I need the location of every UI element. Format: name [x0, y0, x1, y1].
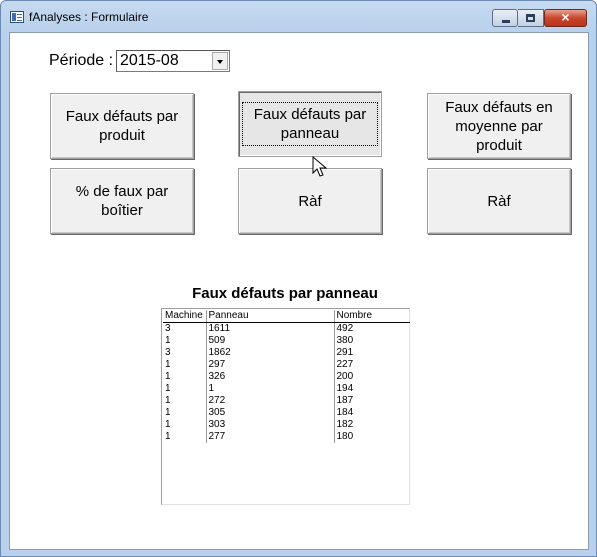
mouse-pointer-icon — [312, 156, 328, 177]
column-header-machine[interactable]: Machine — [163, 310, 207, 323]
cell-panneau: 1 — [206, 383, 335, 395]
cell-machine: 1 — [163, 431, 207, 443]
cell-machine: 1 — [163, 407, 207, 419]
cell-nombre: 227 — [336, 359, 354, 370]
pct-faux-par-boitier-button[interactable]: % de faux par boîtier — [50, 168, 194, 234]
data-table: Machine Panneau Nombre 3 1611 492 1 509 … — [163, 310, 410, 443]
cell-nombre: 182 — [336, 419, 354, 430]
cell-panneau: 277 — [206, 431, 335, 443]
form-icon — [10, 11, 24, 23]
cell-panneau: 326 — [206, 371, 335, 383]
cell-machine: 1 — [163, 383, 207, 395]
raf-button-1[interactable]: Ràf — [238, 168, 382, 234]
cell-machine: 3 — [163, 347, 207, 359]
table-header-row: Machine Panneau Nombre — [163, 310, 410, 323]
cell-nombre: 184 — [336, 407, 354, 418]
button-label: Ràf — [487, 192, 511, 210]
cell-nombre: 492 — [336, 323, 354, 334]
button-label: Ràf — [298, 192, 322, 210]
table-row[interactable]: 1 326 200 — [163, 371, 410, 383]
column-header-nombre[interactable]: Nombre — [334, 310, 410, 323]
cell-machine: 1 — [163, 371, 207, 383]
minimize-button[interactable] — [492, 9, 518, 27]
button-label: Faux défauts par produit — [65, 108, 179, 144]
table-row[interactable]: 1 297 227 — [163, 359, 410, 371]
button-label: Faux défauts en moyenne par produit — [445, 98, 553, 154]
cell-nombre: 187 — [336, 395, 354, 406]
cell-panneau: 297 — [206, 359, 335, 371]
periode-label: Période : — [49, 52, 114, 69]
cell-panneau: 509 — [206, 335, 335, 347]
cell-nombre: 291 — [336, 347, 354, 358]
cell-panneau: 1611 — [206, 322, 335, 335]
cell-panneau: 305 — [206, 407, 335, 419]
periode-combobox[interactable]: 2015-08 — [116, 50, 230, 72]
cell-panneau: 272 — [206, 395, 335, 407]
button-label: Faux défauts par panneau — [242, 102, 378, 146]
window-title: fAnalyses : Formulaire — [29, 10, 149, 24]
cell-nombre: 200 — [336, 371, 354, 382]
minimize-icon — [502, 20, 510, 23]
table-row[interactable]: 1 272 187 — [163, 395, 410, 407]
subform-title: Faux défauts par panneau — [192, 285, 378, 302]
cell-panneau: 303 — [206, 419, 335, 431]
title-bar[interactable]: fAnalyses : Formulaire × — [1, 1, 596, 32]
dropdown-arrow-icon[interactable] — [212, 52, 228, 70]
table-row[interactable]: 3 1862 291 — [163, 347, 410, 359]
cell-machine: 1 — [163, 419, 207, 431]
cell-machine: 3 — [163, 322, 207, 335]
periode-value[interactable]: 2015-08 — [120, 52, 179, 70]
maximize-icon — [526, 14, 535, 22]
button-label: % de faux par boîtier — [75, 183, 169, 219]
faux-defauts-moyenne-par-produit-button[interactable]: Faux défauts en moyenne par produit — [427, 93, 571, 159]
cell-machine: 1 — [163, 395, 207, 407]
form-body: Période : 2015-08 Faux défauts par produ… — [9, 32, 589, 550]
cell-nombre: 380 — [336, 335, 354, 346]
subform-datasheet[interactable]: Machine Panneau Nombre 3 1611 492 1 509 … — [161, 308, 410, 505]
faux-defauts-par-produit-button[interactable]: Faux défauts par produit — [50, 93, 194, 159]
close-button[interactable]: × — [544, 9, 587, 27]
faux-defauts-par-panneau-button[interactable]: Faux défauts par panneau — [238, 91, 382, 157]
table-row[interactable]: 1 1 194 — [163, 383, 410, 395]
cell-nombre: 194 — [336, 383, 354, 394]
table-row[interactable]: 1 303 182 — [163, 419, 410, 431]
table-row[interactable]: 1 305 184 — [163, 407, 410, 419]
maximize-button[interactable] — [518, 9, 544, 27]
cell-machine: 1 — [163, 335, 207, 347]
raf-button-2[interactable]: Ràf — [427, 168, 571, 234]
cell-panneau: 1862 — [206, 347, 335, 359]
table-row[interactable]: 3 1611 492 — [163, 322, 410, 335]
table-row[interactable]: 1 277 180 — [163, 431, 410, 443]
close-icon: × — [561, 9, 570, 25]
cell-machine: 1 — [163, 359, 207, 371]
table-row[interactable]: 1 509 380 — [163, 335, 410, 347]
column-header-panneau[interactable]: Panneau — [206, 310, 335, 323]
access-form-window: fAnalyses : Formulaire × Période : 2015-… — [0, 0, 597, 557]
cell-nombre: 180 — [336, 431, 354, 442]
